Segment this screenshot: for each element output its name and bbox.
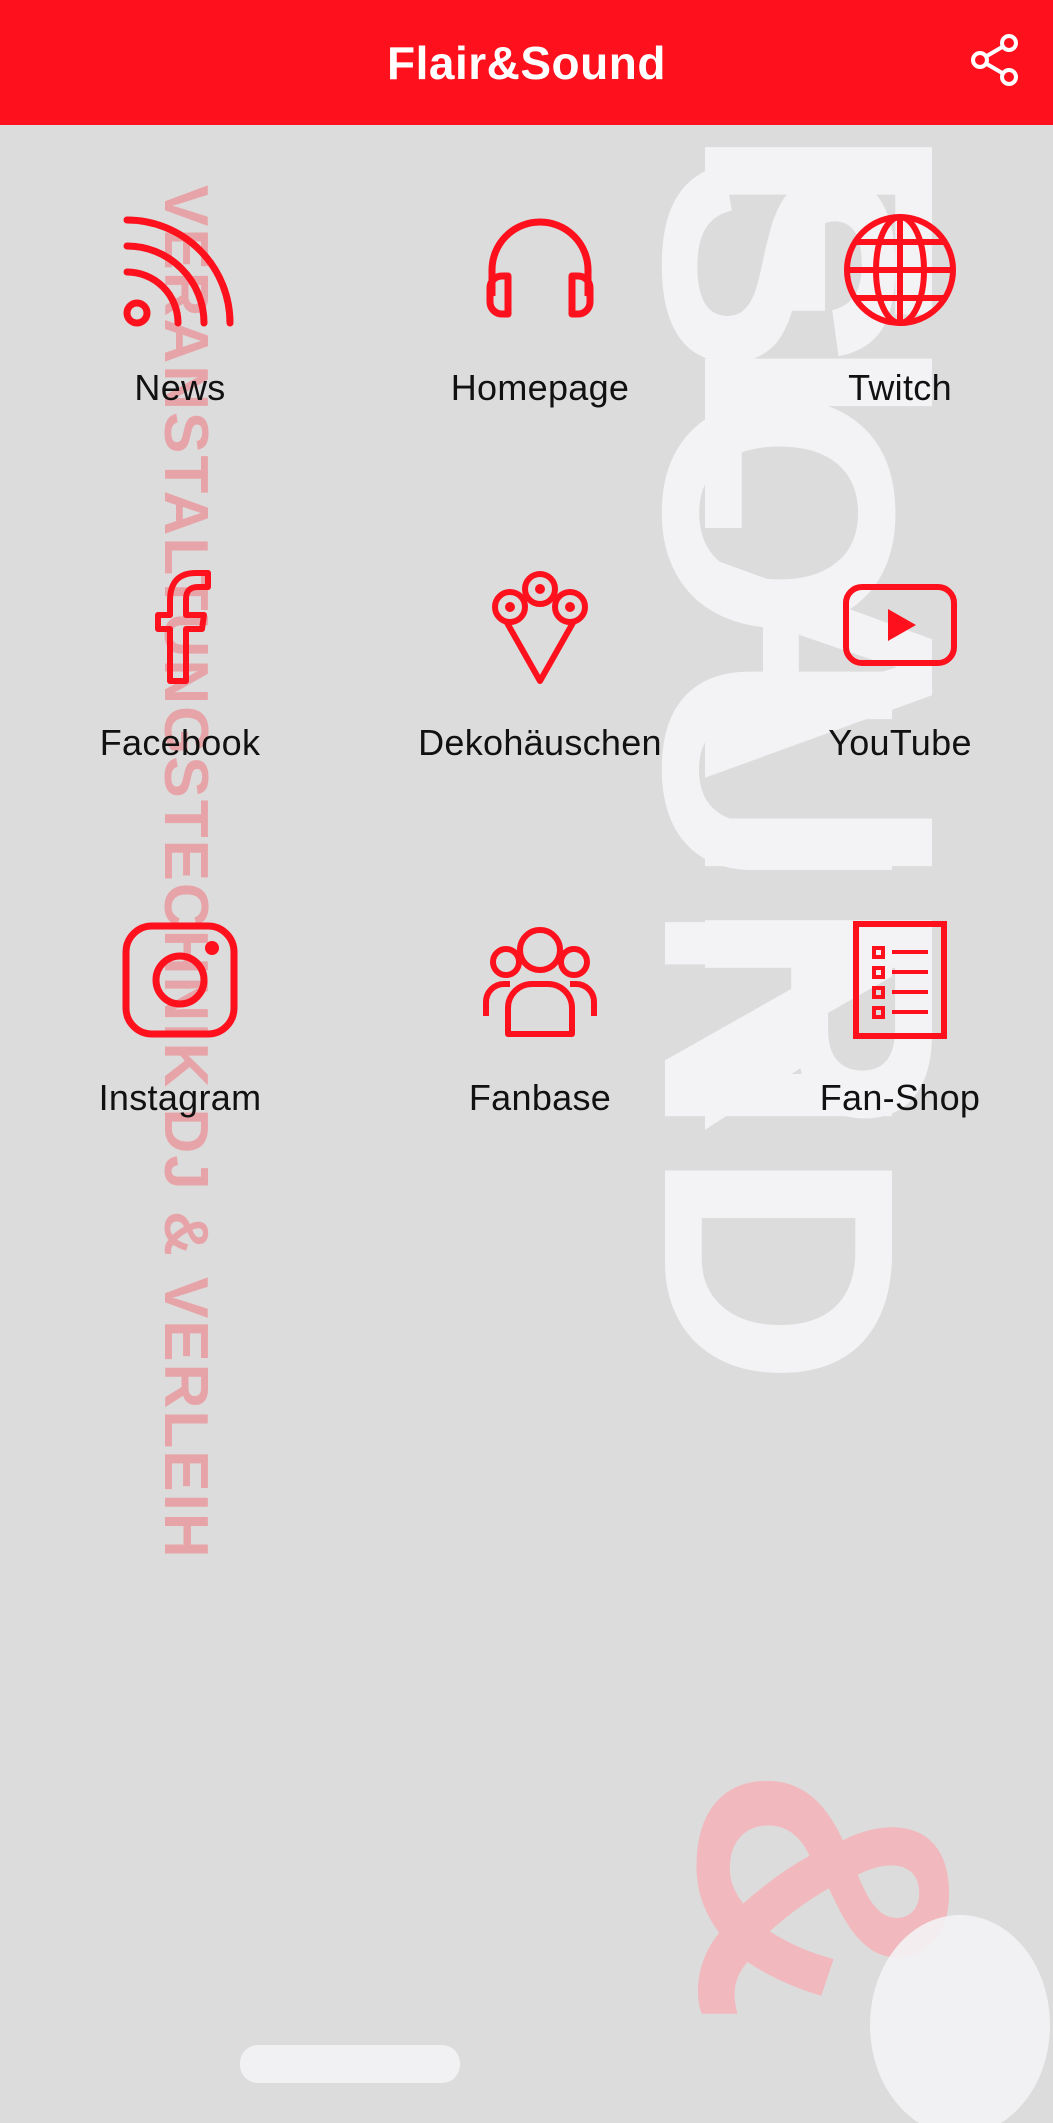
share-icon bbox=[971, 34, 1018, 86]
tile-label: News bbox=[134, 367, 226, 408]
app-title: Flair&Sound bbox=[387, 36, 666, 89]
app-bar: Flair&Sound bbox=[0, 0, 1053, 125]
share-button[interactable] bbox=[965, 30, 1025, 90]
rss-icon bbox=[123, 216, 234, 327]
tile-news[interactable]: News bbox=[0, 125, 360, 425]
bouquet-icon bbox=[492, 571, 588, 684]
tile-instagram[interactable]: Instagram bbox=[0, 835, 360, 1135]
facebook-icon bbox=[155, 570, 211, 684]
tile-fanbase[interactable]: Fanbase bbox=[360, 835, 720, 1135]
list-icon bbox=[853, 921, 947, 1039]
globe-icon bbox=[844, 214, 956, 326]
tile-label: Instagram bbox=[98, 1077, 262, 1118]
tile-label: Twitch bbox=[848, 367, 952, 408]
tile-label: Fan-Shop bbox=[819, 1077, 981, 1118]
tile-twitch[interactable]: Twitch bbox=[720, 125, 1053, 425]
instagram-icon bbox=[122, 922, 238, 1038]
tile-label: Homepage bbox=[450, 367, 630, 408]
tile-dekohaeuschen[interactable]: Dekohäuschen bbox=[360, 480, 720, 780]
tile-youtube[interactable]: YouTube bbox=[720, 480, 1053, 780]
tile-label: Facebook bbox=[99, 722, 261, 763]
headphones-icon bbox=[486, 218, 594, 318]
tile-homepage[interactable]: Homepage bbox=[360, 125, 720, 425]
youtube-icon bbox=[843, 584, 957, 666]
group-icon bbox=[483, 927, 597, 1037]
tile-fan-shop[interactable]: Fan-Shop bbox=[720, 835, 1053, 1135]
tile-label: Fanbase bbox=[468, 1077, 612, 1118]
tile-facebook[interactable]: Facebook bbox=[0, 480, 360, 780]
tile-label: Dekohäuschen bbox=[418, 722, 662, 763]
tile-label: YouTube bbox=[828, 722, 972, 763]
